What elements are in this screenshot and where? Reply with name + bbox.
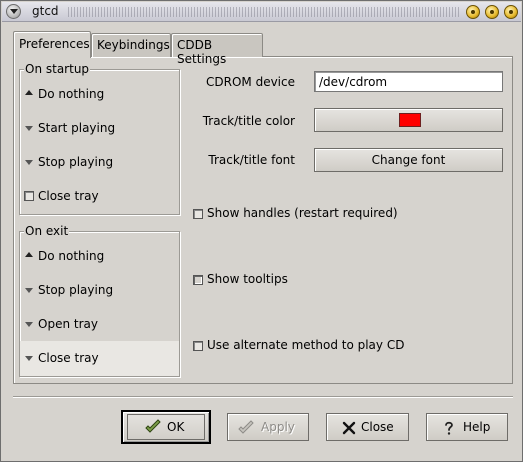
check-icon: [145, 419, 161, 433]
ok-button[interactable]: OK: [121, 410, 211, 444]
default-focus-ring: [127, 414, 205, 440]
radio-label: Close tray: [38, 351, 99, 365]
checkbox-label: Use alternate method to play CD: [207, 338, 405, 352]
cdrom-device-input[interactable]: [314, 71, 503, 92]
radio-unselected-icon: [24, 353, 34, 363]
on-startup-frame: On startup Do nothing Start playing Stop…: [19, 62, 180, 215]
exit-radio-open-tray[interactable]: Open tray: [20, 307, 179, 341]
checkbox-checked-icon: [193, 275, 203, 285]
title-bar[interactable]: gtcd: [2, 2, 521, 22]
title-bar-grip: [68, 7, 460, 17]
minimize-button[interactable]: [466, 5, 480, 19]
exit-radio-close-tray[interactable]: Close tray: [20, 341, 179, 376]
ok-label: OK: [167, 420, 185, 434]
on-exit-title: On exit: [24, 224, 70, 238]
track-title-color-label: Track/title color: [202, 114, 295, 128]
cdrom-device-label: CDROM device: [206, 75, 295, 89]
window-title: gtcd: [32, 4, 59, 18]
checkbox-label: Close tray: [38, 189, 99, 203]
radio-label: Start playing: [38, 121, 116, 135]
checkbox-label: Show tooltips: [207, 272, 288, 286]
separator: [13, 396, 513, 398]
track-title-font-label: Track/title font: [208, 153, 295, 167]
on-startup-title: On startup: [24, 62, 91, 76]
tab-keybindings[interactable]: Keybindings: [91, 33, 171, 57]
radio-unselected-icon: [24, 285, 34, 295]
question-icon: [445, 421, 453, 435]
x-icon: [342, 421, 356, 435]
window-menu-icon[interactable]: [6, 4, 21, 19]
checkbox-unchecked-icon: [193, 341, 203, 351]
apply-button[interactable]: Apply: [227, 413, 309, 441]
tab-preferences[interactable]: Preferences: [13, 31, 91, 58]
checkbox-label: Show handles (restart required): [207, 206, 398, 220]
apply-label: Apply: [261, 420, 295, 434]
checkbox-unchecked-icon: [193, 209, 203, 219]
on-exit-frame: On exit Do nothing Stop playing Open tra…: [19, 224, 180, 377]
checkbox-unchecked-icon: [24, 191, 34, 201]
tab-cddb-settings[interactable]: CDDB Settings: [171, 33, 263, 66]
radio-unselected-icon: [24, 319, 34, 329]
radio-unselected-icon: [24, 157, 34, 167]
window: gtcd Preferences Keybindings CDDB Settin…: [0, 0, 523, 462]
radio-unselected-icon: [24, 123, 34, 133]
radio-label: Stop playing: [38, 283, 114, 297]
check-icon: [238, 420, 254, 434]
color-swatch: [399, 113, 421, 127]
change-font-button[interactable]: Change font: [314, 148, 503, 172]
help-label: Help: [463, 420, 491, 434]
help-button[interactable]: Help: [426, 413, 508, 441]
startup-close-tray-check[interactable]: Close tray: [20, 179, 179, 213]
close-label: Close: [361, 420, 394, 434]
radio-label: Open tray: [38, 317, 98, 331]
radio-label: Do nothing: [38, 87, 105, 101]
startup-radio-stop-playing[interactable]: Stop playing: [20, 145, 179, 179]
exit-radio-do-nothing[interactable]: Do nothing: [20, 239, 179, 273]
startup-radio-start-playing[interactable]: Start playing: [20, 111, 179, 145]
close-window-button[interactable]: [504, 5, 518, 19]
radio-label: Stop playing: [38, 155, 114, 169]
radio-selected-icon: [24, 251, 34, 261]
radio-label: Do nothing: [38, 249, 105, 263]
track-title-color-button[interactable]: [314, 108, 503, 132]
close-button[interactable]: Close: [326, 413, 409, 441]
maximize-button[interactable]: [485, 5, 499, 19]
startup-radio-do-nothing[interactable]: Do nothing: [20, 77, 179, 111]
exit-radio-stop-playing[interactable]: Stop playing: [20, 273, 179, 307]
radio-selected-icon: [24, 89, 34, 99]
